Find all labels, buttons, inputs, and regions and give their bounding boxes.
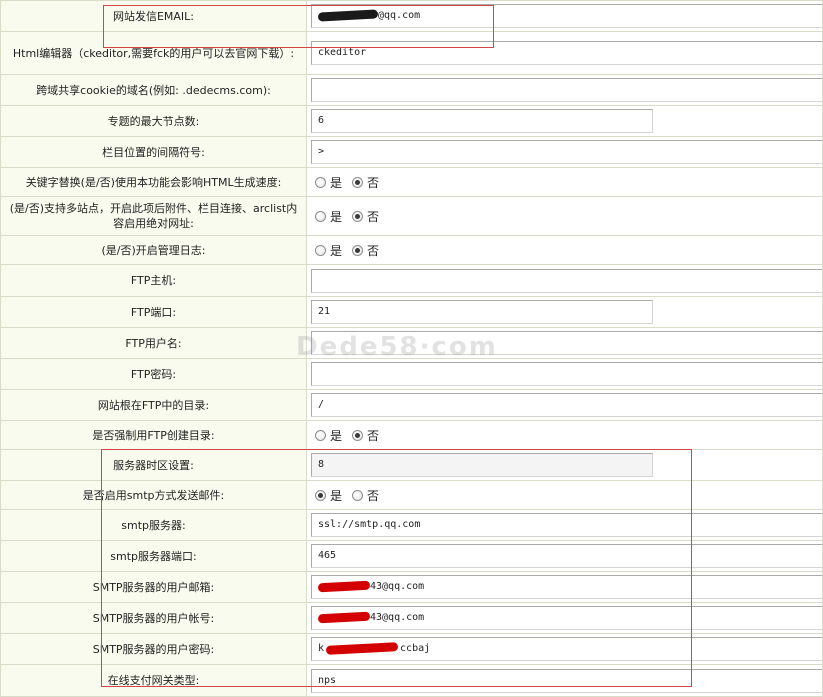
row-smtp-user-account: SMTP服务器的用户帐号: 43@qq.com: [0, 602, 823, 634]
radio-yes[interactable]: 是: [315, 427, 342, 444]
label: 是否启用smtp方式发送邮件:: [0, 480, 307, 510]
row-html-editor: Html编辑器（ckeditor,需要fck的用户可以去官网下载）: ckedi…: [0, 31, 823, 75]
label: SMTP服务器的用户邮箱:: [0, 571, 307, 603]
label: Html编辑器（ckeditor,需要fck的用户可以去官网下载）:: [0, 31, 307, 75]
label: smtp服务器:: [0, 509, 307, 541]
row-multi-site: (是/否)支持多站点，开启此项后附件、栏目连接、arclist内容启用绝对网址:…: [0, 196, 823, 236]
admin-log-radios: 是 否: [311, 242, 818, 259]
row-ftp-password: FTP密码:: [0, 358, 823, 390]
multi-site-radios: 是 否: [311, 208, 818, 225]
row-ftp-host: FTP主机:: [0, 264, 823, 297]
radio-yes[interactable]: 是: [315, 174, 342, 191]
site-email-input[interactable]: @qq.com: [311, 4, 823, 28]
topic-max-nodes-input[interactable]: 6: [311, 109, 653, 133]
label: 是否强制用FTP创建目录:: [0, 420, 307, 450]
radio-no[interactable]: 否: [352, 174, 379, 191]
radio-button[interactable]: [352, 489, 364, 501]
smtp-server-input[interactable]: ssl://smtp.qq.com: [311, 513, 823, 537]
radio-yes[interactable]: 是: [315, 242, 342, 259]
radio-button[interactable]: [352, 176, 364, 188]
redaction: [325, 641, 399, 655]
html-editor-input[interactable]: ckeditor: [311, 41, 823, 65]
label: smtp服务器端口:: [0, 540, 307, 572]
label: SMTP服务器的用户密码:: [0, 633, 307, 665]
row-ftp-root-dir: 网站根在FTP中的目录: /: [0, 389, 823, 421]
smtp-user-password-input[interactable]: k ccbaj: [311, 637, 823, 661]
label: 专题的最大节点数:: [0, 105, 307, 137]
label: 栏目位置的间隔符号:: [0, 136, 307, 168]
label: FTP密码:: [0, 358, 307, 390]
smtp-user-email-input[interactable]: 43@qq.com: [311, 575, 823, 599]
row-ftp-port: FTP端口: 21: [0, 296, 823, 328]
redaction: [317, 8, 379, 22]
radio-no[interactable]: 否: [352, 208, 379, 225]
ftp-password-input[interactable]: [311, 362, 823, 386]
row-smtp-user-email: SMTP服务器的用户邮箱: 43@qq.com: [0, 571, 823, 603]
row-payment-gateway: 在线支付网关类型: nps: [0, 664, 823, 697]
ftp-host-input[interactable]: [311, 268, 823, 293]
radio-button[interactable]: [352, 210, 364, 222]
radio-button[interactable]: [315, 429, 326, 441]
row-ftp-username: FTP用户名:: [0, 327, 823, 359]
smtp-user-account-input[interactable]: 43@qq.com: [311, 606, 823, 630]
radio-button[interactable]: [352, 244, 364, 256]
row-site-email: 网站发信EMAIL: @qq.com: [0, 0, 823, 32]
label: FTP用户名:: [0, 327, 307, 359]
radio-button[interactable]: [315, 210, 326, 222]
row-topic-max-nodes: 专题的最大节点数: 6: [0, 105, 823, 137]
label: 跨域共享cookie的域名(例如: .dedecms.com):: [0, 74, 307, 106]
row-keyword-replace: 关键字替换(是/否)使用本功能会影响HTML生成速度: 是 否: [0, 167, 823, 197]
cookie-domain-input[interactable]: [311, 78, 823, 102]
row-smtp-server: smtp服务器: ssl://smtp.qq.com: [0, 509, 823, 541]
column-separator-input[interactable]: >: [311, 140, 823, 164]
row-smtp-user-password: SMTP服务器的用户密码: k ccbaj: [0, 633, 823, 665]
label: (是/否)支持多站点，开启此项后附件、栏目连接、arclist内容启用绝对网址:: [0, 196, 307, 236]
ftp-force-mkdir-radios: 是 否: [311, 427, 818, 444]
row-admin-log: (是/否)开启管理日志: 是 否: [0, 235, 823, 265]
label: 在线支付网关类型:: [0, 664, 307, 697]
row-smtp-enable: 是否启用smtp方式发送邮件: 是 否: [0, 480, 823, 510]
radio-no[interactable]: 否: [352, 487, 379, 504]
radio-yes[interactable]: 是: [315, 208, 342, 225]
label: 网站发信EMAIL:: [0, 0, 307, 32]
radio-button[interactable]: [352, 429, 364, 441]
label: FTP主机:: [0, 264, 307, 297]
redaction: [317, 580, 371, 592]
radio-button[interactable]: [315, 244, 326, 256]
label: 关键字替换(是/否)使用本功能会影响HTML生成速度:: [0, 167, 307, 197]
timezone-input[interactable]: 8: [311, 453, 653, 477]
radio-no[interactable]: 否: [352, 242, 379, 259]
label: (是/否)开启管理日志:: [0, 235, 307, 265]
row-ftp-force-mkdir: 是否强制用FTP创建目录: 是 否: [0, 420, 823, 450]
redaction: [317, 611, 371, 623]
settings-table: 网站发信EMAIL: @qq.com Html编辑器（ckeditor,需要fc…: [0, 0, 823, 697]
row-cookie-domain: 跨域共享cookie的域名(例如: .dedecms.com):: [0, 74, 823, 106]
label: 服务器时区设置:: [0, 449, 307, 481]
label: SMTP服务器的用户帐号:: [0, 602, 307, 634]
radio-button[interactable]: [315, 176, 326, 188]
ftp-root-dir-input[interactable]: /: [311, 393, 823, 417]
keyword-replace-radios: 是 否: [311, 174, 818, 191]
ftp-port-input[interactable]: 21: [311, 300, 653, 324]
label: FTP端口:: [0, 296, 307, 328]
radio-yes[interactable]: 是: [315, 487, 342, 504]
row-timezone: 服务器时区设置: 8: [0, 449, 823, 481]
radio-button[interactable]: [315, 489, 326, 501]
row-smtp-port: smtp服务器端口: 465: [0, 540, 823, 572]
radio-no[interactable]: 否: [352, 427, 379, 444]
label: 网站根在FTP中的目录:: [0, 389, 307, 421]
row-column-separator: 栏目位置的间隔符号: >: [0, 136, 823, 168]
ftp-username-input[interactable]: [311, 331, 823, 355]
smtp-port-input[interactable]: 465: [311, 544, 823, 568]
payment-gateway-input[interactable]: nps: [311, 668, 823, 693]
smtp-enable-radios: 是 否: [311, 487, 818, 504]
